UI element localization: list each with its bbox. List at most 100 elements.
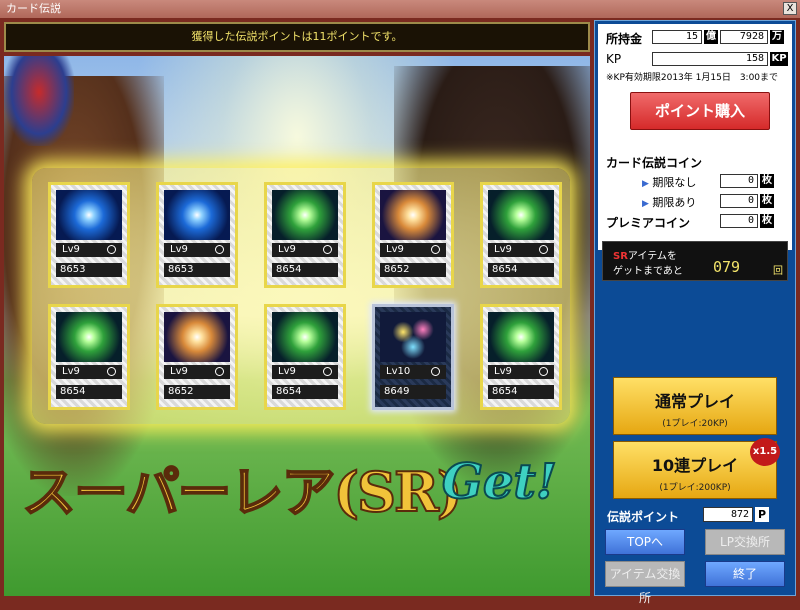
oku-unit: 億 xyxy=(704,30,718,44)
circle-mark-icon xyxy=(215,367,224,376)
kp-label: KP xyxy=(606,52,622,66)
card-level: Lv9 xyxy=(170,366,188,377)
card-art xyxy=(164,190,230,240)
card-art xyxy=(380,190,446,240)
account-info: 所持金 15 億 7928 万 KP 158 KP ※KP有効期限2013年 1… xyxy=(598,24,792,250)
sr-countdown: SRアイテムを ゲットまであと 079 回 xyxy=(602,241,788,281)
card-level: Lv9 xyxy=(494,244,512,255)
card: Lv9 8654 xyxy=(264,182,346,288)
sr-tag: SR xyxy=(613,251,628,262)
card: Lv9 8654 xyxy=(48,304,130,410)
title-bar: カード伝説 X xyxy=(0,0,800,18)
triangle-right-icon: ▶ xyxy=(642,199,649,209)
kp-unit: KP xyxy=(770,52,788,66)
coin-title: カード伝説コイン xyxy=(606,156,703,170)
get-text: Get! xyxy=(441,453,558,511)
coin-limit-value: 0 xyxy=(720,194,758,208)
card-number: 8653 xyxy=(56,263,122,277)
card-level: Lv9 xyxy=(278,366,296,377)
card: Lv10 8649 xyxy=(372,304,454,410)
card-number: 8654 xyxy=(56,385,122,399)
exit-button[interactable]: 終了 xyxy=(705,561,785,587)
circle-mark-icon xyxy=(323,367,332,376)
coin-unit: 枚 xyxy=(760,194,774,208)
legend-points-value: 872 xyxy=(703,507,753,522)
kp-value: 158 xyxy=(652,52,768,66)
super-rare-text: スーパーレア(SR) xyxy=(21,459,463,525)
card: Lv9 8652 xyxy=(372,182,454,288)
sr-line1-text: アイテムを xyxy=(627,251,677,262)
normal-play-cost: (1プレイ:20KP) xyxy=(662,419,728,429)
card-level-bar: Lv9 xyxy=(488,365,554,379)
money-oku-value: 15 xyxy=(652,30,702,44)
card-art xyxy=(380,312,446,362)
premia-coin-label: プレミアコイン xyxy=(606,216,691,230)
legend-points-unit: P xyxy=(755,507,769,522)
side-panel: 所持金 15 億 7928 万 KP 158 KP ※KP有効期限2013年 1… xyxy=(594,20,796,605)
card-art xyxy=(488,312,554,362)
card-level-bar: Lv9 xyxy=(272,243,338,257)
coin-unit: 枚 xyxy=(760,174,774,188)
card-level: Lv9 xyxy=(278,244,296,255)
card-level: Lv9 xyxy=(62,366,80,377)
money-label: 所持金 xyxy=(606,32,643,46)
card-art xyxy=(56,190,122,240)
card-art xyxy=(56,312,122,362)
card-art xyxy=(488,190,554,240)
close-button[interactable]: X xyxy=(783,2,797,15)
card-number: 8654 xyxy=(272,385,338,399)
man-unit: 万 xyxy=(770,30,784,44)
circle-mark-icon xyxy=(431,367,440,376)
card: Lv9 8653 xyxy=(48,182,130,288)
card-level-bar: Lv9 xyxy=(488,243,554,257)
buy-points-button[interactable]: ポイント購入 xyxy=(630,92,770,130)
lp-exchange-button[interactable]: LP交換所 xyxy=(705,529,785,555)
card: Lv9 8654 xyxy=(480,304,562,410)
super-rare-banner: スーパーレア(SR) Get! xyxy=(21,448,582,528)
sr-countdown-line1: SRアイテムを xyxy=(613,247,677,262)
card: Lv9 8654 xyxy=(480,182,562,288)
coin-no-limit-value: 0 xyxy=(720,174,758,188)
coin-unit: 枚 xyxy=(760,214,774,228)
card-number: 8654 xyxy=(272,263,338,277)
card-level: Lv9 xyxy=(386,244,404,255)
card-number: 8652 xyxy=(380,263,446,277)
sr-remaining-unit: 回 xyxy=(773,266,783,277)
card: Lv9 8654 xyxy=(264,304,346,410)
coin-no-limit-row: ▶ 期限なし xyxy=(642,174,696,190)
message-bar: 獲得した伝説ポイントは11ポイントです。 xyxy=(4,22,590,52)
sr-countdown-line2: ゲットまであと xyxy=(613,266,683,277)
card-art xyxy=(164,312,230,362)
card-level: Lv10 xyxy=(386,366,411,377)
card-number: 8649 xyxy=(380,385,446,399)
normal-play-button[interactable]: 通常プレイ (1プレイ:20KP) xyxy=(613,377,777,435)
window-title: カード伝説 xyxy=(6,2,61,15)
card-level-bar: Lv9 xyxy=(56,365,122,379)
card-level-bar: Lv9 xyxy=(164,243,230,257)
card-number: 8654 xyxy=(488,263,554,277)
sr-remaining-count: 079 xyxy=(713,258,741,276)
triangle-right-icon: ▶ xyxy=(642,179,649,189)
card-art xyxy=(272,190,338,240)
top-button[interactable]: TOPへ xyxy=(605,529,685,555)
card-level-bar: Lv10 xyxy=(380,365,446,379)
card-level-bar: Lv9 xyxy=(272,365,338,379)
kp-expiry-note: ※KP有効期限2013年 1月15日 3:00まで xyxy=(606,73,779,83)
card: Lv9 8652 xyxy=(156,304,238,410)
legend-points-label: 伝説ポイント xyxy=(607,510,680,524)
normal-play-label: 通常プレイ xyxy=(654,392,735,411)
circle-mark-icon xyxy=(107,245,116,254)
coin-limit-row: ▶ 期限あり xyxy=(642,194,696,210)
circle-mark-icon xyxy=(215,245,224,254)
card-level-bar: Lv9 xyxy=(56,243,122,257)
ten-play-button[interactable]: 10連プレイ (1プレイ:200KP) x1.5 xyxy=(613,438,780,499)
item-exchange-button[interactable]: アイテム交換所 xyxy=(605,561,685,605)
card: Lv9 8653 xyxy=(156,182,238,288)
circle-mark-icon xyxy=(539,367,548,376)
card-level-bar: Lv9 xyxy=(380,243,446,257)
card-art xyxy=(272,312,338,362)
ten-play-cost: (1プレイ:200KP) xyxy=(659,483,731,493)
card-level: Lv9 xyxy=(62,244,80,255)
circle-mark-icon xyxy=(431,245,440,254)
card-level: Lv9 xyxy=(494,366,512,377)
